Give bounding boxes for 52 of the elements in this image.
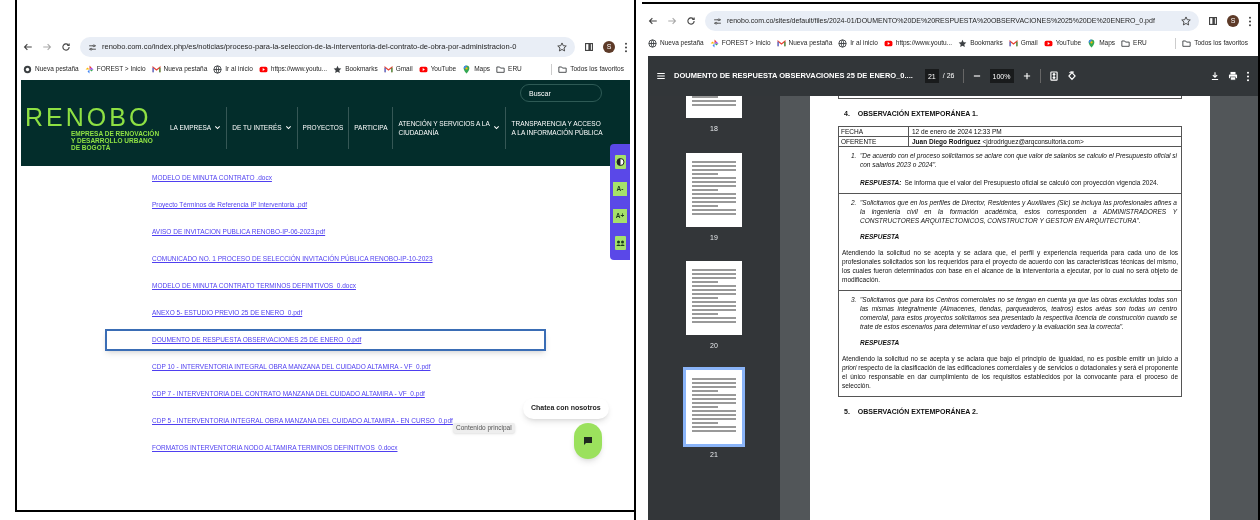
people-icon[interactable] (614, 235, 626, 250)
star-icon[interactable] (1181, 16, 1191, 26)
chevron-down-icon (493, 124, 501, 131)
side-panel-icon[interactable] (584, 42, 594, 52)
map-pin-icon (462, 64, 472, 74)
folder-icon (496, 64, 506, 74)
chat-icon (583, 436, 593, 446)
chevron-down-icon (214, 124, 222, 131)
folder-icon (558, 64, 568, 74)
reload-icon[interactable] (61, 42, 71, 52)
globe-icon (838, 38, 848, 48)
mail-icon (1008, 38, 1018, 48)
diamond-icon (709, 38, 719, 48)
site-settings-icon[interactable] (713, 16, 722, 26)
back-icon[interactable] (23, 42, 33, 52)
star-icon (333, 64, 343, 74)
page-thumbnail[interactable] (686, 369, 742, 444)
print-icon[interactable] (1228, 71, 1238, 81)
menu-icon[interactable] (624, 41, 628, 53)
menu-icon[interactable] (1248, 15, 1252, 27)
diamond-icon (84, 64, 94, 74)
reload-icon[interactable] (686, 16, 696, 26)
star-icon (958, 38, 968, 48)
star-icon[interactable] (557, 42, 567, 52)
play-icon (883, 38, 893, 48)
globe-icon (648, 38, 657, 48)
chat-button[interactable] (574, 423, 602, 459)
play-icon (1043, 38, 1053, 48)
side-panel-icon[interactable] (1208, 16, 1218, 26)
mail-icon (151, 64, 161, 74)
contrast-icon[interactable] (614, 154, 626, 169)
mail-icon (383, 64, 393, 74)
map-pin-icon (1087, 38, 1097, 48)
globe-icon (213, 64, 223, 74)
play-icon (418, 64, 428, 74)
play-icon (258, 64, 268, 74)
mail-icon (776, 38, 786, 48)
page-thumbnail[interactable] (686, 261, 742, 335)
menu-icon[interactable] (656, 71, 666, 81)
folder-icon (1121, 38, 1131, 48)
zoom-in-icon[interactable] (1021, 71, 1032, 81)
more-icon[interactable] (1246, 70, 1250, 82)
back-icon[interactable] (648, 16, 658, 26)
rotate-icon[interactable] (1066, 71, 1077, 81)
fit-page-icon[interactable] (1048, 71, 1059, 81)
download-icon[interactable] (1210, 71, 1220, 81)
page-icon (23, 64, 32, 74)
site-settings-icon[interactable] (88, 42, 97, 52)
logo[interactable]: RENOBO (25, 104, 165, 130)
page-thumbnail[interactable] (686, 152, 742, 227)
chevron-down-icon (284, 124, 292, 131)
folder-icon (1182, 38, 1192, 48)
